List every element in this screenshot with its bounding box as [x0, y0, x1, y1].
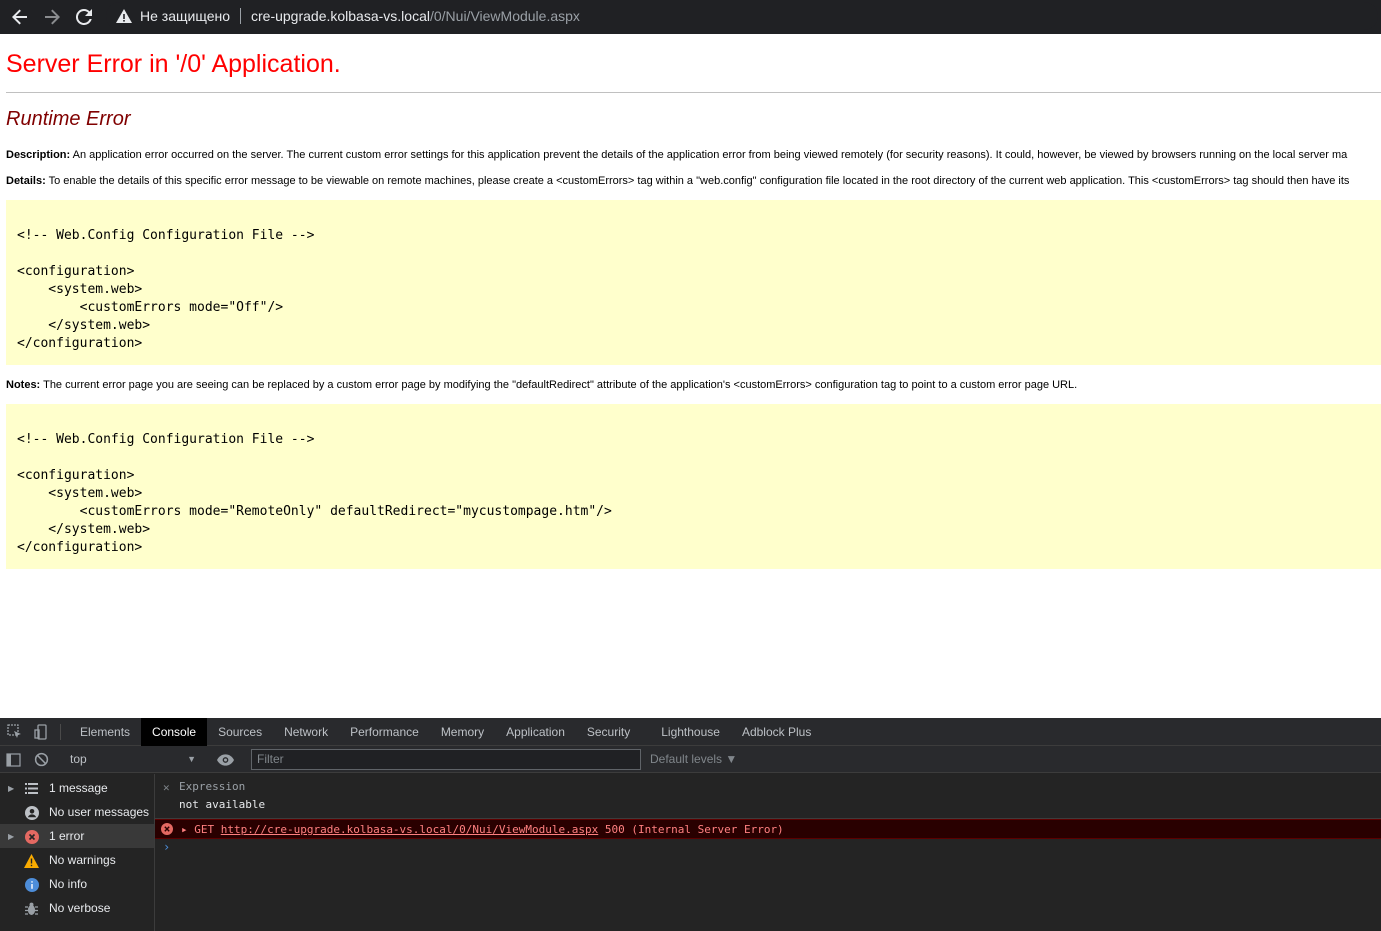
tab-application[interactable]: Application [495, 718, 576, 746]
address-bar[interactable]: Не защищено cre-upgrade.kolbasa-vs.local… [106, 2, 1378, 30]
info-icon [24, 877, 39, 892]
log-levels-dropdown[interactable]: Default levels ▼ [650, 746, 737, 773]
sidebar-toggle-icon [6, 752, 21, 767]
expand-arrow-icon[interactable]: ▶ [8, 832, 14, 841]
code-block-1-text: <!-- Web.Config Configuration File --> <… [17, 228, 315, 351]
sidebar-item-label: 1 error [49, 829, 85, 843]
security-label[interactable]: Не защищено [140, 8, 230, 24]
console-output: ✕ Expression not available ▸ GET http://… [155, 774, 1381, 931]
sidebar-item-warnings[interactable]: No warnings [0, 848, 154, 872]
close-icon[interactable]: ✕ [163, 781, 170, 794]
error-method: GET [194, 823, 215, 836]
tab-network[interactable]: Network [273, 718, 339, 746]
caret-down-icon: ▼ [187, 754, 196, 764]
block-icon [34, 752, 49, 767]
details-line: Details: To enable the details of this s… [6, 175, 1349, 187]
console-toolbar: top ▼ Filter Default levels ▼ [0, 746, 1381, 773]
user-icon [24, 805, 39, 820]
tab-memory[interactable]: Memory [430, 718, 495, 746]
error-text: ▸ GET http://cre-upgrade.kolbasa-vs.loca… [181, 823, 784, 836]
sidebar-item-label: No verbose [49, 901, 111, 915]
bug-icon [24, 901, 39, 916]
expand-arrow-icon[interactable]: ▸ [181, 823, 188, 836]
details-label: Details: [6, 175, 46, 187]
tab-lighthouse[interactable]: Lighthouse [650, 718, 731, 746]
code-block-2: <!-- Web.Config Configuration File --> <… [6, 404, 1381, 569]
description-label: Description: [6, 149, 71, 161]
live-expression-value: not available [179, 798, 266, 811]
tab-security[interactable]: Security [576, 718, 650, 746]
console-error-message[interactable]: ▸ GET http://cre-upgrade.kolbasa-vs.loca… [155, 819, 1381, 839]
sidebar-item-label: No info [49, 877, 88, 891]
sidebar-item-user-messages[interactable]: No user messages [0, 800, 154, 824]
notes-label: Notes: [6, 379, 41, 391]
error-subtitle: Runtime Error [6, 108, 131, 130]
url-path: /0/Nui/ViewModule.aspx [429, 8, 580, 24]
list-icon [24, 781, 39, 796]
warning-icon [24, 853, 39, 868]
tab-divider [60, 723, 61, 740]
notes-line: Notes: The current error page you are se… [6, 379, 1077, 391]
sidebar-item-messages[interactable]: ▶ 1 message [0, 776, 154, 800]
sidebar-item-verbose[interactable]: No verbose [0, 896, 154, 920]
omnibox-separator [240, 8, 241, 24]
code-block-2-text: <!-- Web.Config Configuration File --> <… [17, 432, 612, 555]
sidebar-item-label: No user messages [49, 805, 150, 819]
sidebar-toggle-button[interactable] [6, 746, 22, 773]
reload-icon [76, 9, 92, 25]
expand-arrow-icon[interactable]: ▶ [8, 784, 14, 793]
context-value: top [70, 752, 87, 766]
eye-icon [217, 753, 234, 766]
filter-input[interactable]: Filter [251, 749, 641, 770]
inspect-element-button[interactable] [2, 718, 28, 746]
console-sidebar: ▶ 1 message No user messages ▶ 1 error N… [0, 774, 155, 931]
arrow-right-icon [45, 9, 60, 25]
error-status: 500 (Internal Server Error) [604, 823, 784, 836]
live-expression-label[interactable]: Expression [179, 780, 245, 793]
details-text: To enable the details of this specific e… [48, 175, 1350, 187]
devtools-tabbar: Elements Console Sources Network Perform… [0, 717, 1381, 746]
device-icon [34, 723, 47, 740]
code-block-1: <!-- Web.Config Configuration File --> <… [6, 200, 1381, 365]
context-select[interactable]: top ▼ [64, 749, 200, 769]
page-title: Server Error in '/0' Application. [6, 50, 341, 78]
description-text: An application error occurred on the ser… [72, 149, 1348, 161]
console-prompt[interactable]: › [163, 840, 170, 854]
warning-icon [116, 8, 134, 24]
arrow-left-icon [12, 9, 27, 25]
tab-console[interactable]: Console [141, 717, 208, 746]
devtools-panel: Elements Console Sources Network Perform… [0, 717, 1381, 931]
divider [6, 92, 1381, 93]
error-icon [161, 823, 173, 835]
page-content: Server Error in '/0' Application. Runtim… [0, 34, 1381, 718]
sidebar-item-info[interactable]: No info [0, 872, 154, 896]
tab-elements[interactable]: Elements [69, 718, 141, 746]
sidebar-item-label: 1 message [49, 781, 108, 795]
forward-button[interactable] [36, 1, 68, 33]
error-icon [24, 829, 39, 844]
description-line: Description: An application error occurr… [6, 149, 1347, 161]
url-host: cre-upgrade.kolbasa-vs.local [251, 8, 430, 24]
sidebar-item-label: No warnings [49, 853, 116, 867]
tab-adblock-plus[interactable]: Adblock Plus [731, 718, 822, 746]
browser-toolbar: Не защищено cre-upgrade.kolbasa-vs.local… [0, 0, 1381, 34]
reload-button[interactable] [68, 1, 100, 33]
inspect-icon [7, 723, 21, 738]
sidebar-item-errors[interactable]: ▶ 1 error [0, 824, 154, 848]
live-expression-button[interactable] [217, 746, 234, 773]
back-button[interactable] [4, 1, 36, 33]
error-url-link[interactable]: http://cre-upgrade.kolbasa-vs.local/0/Nu… [221, 823, 599, 836]
device-toolbar-button[interactable] [28, 718, 54, 746]
tab-sources[interactable]: Sources [207, 718, 273, 746]
tab-performance[interactable]: Performance [339, 718, 430, 746]
notes-text: The current error page you are seeing ca… [43, 379, 1078, 391]
clear-console-button[interactable] [34, 746, 49, 773]
